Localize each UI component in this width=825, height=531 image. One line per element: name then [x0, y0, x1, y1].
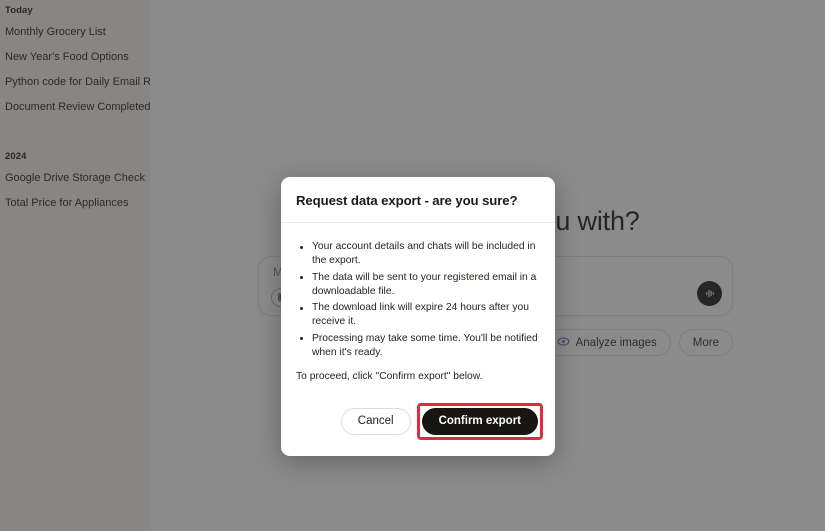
confirm-export-highlight: Confirm export [416, 402, 543, 440]
list-item: Processing may take some time. You'll be… [296, 332, 539, 361]
app-root: Today Monthly Grocery List New Year's Fo… [0, 0, 825, 531]
list-item: The data will be sent to your registered… [296, 271, 539, 300]
list-item: Your account details and chats will be i… [296, 240, 539, 269]
data-export-confirm-dialog: Request data export - are you sure? Your… [281, 177, 555, 456]
dialog-footer: Cancel Confirm export [281, 389, 555, 456]
dialog-proceed-text: To proceed, click "Confirm export" below… [296, 371, 483, 383]
list-item: The download link will expire 24 hours a… [296, 301, 539, 330]
confirm-export-button[interactable]: Confirm export [421, 407, 538, 435]
dialog-title: Request data export - are you sure? [296, 193, 518, 208]
cancel-button[interactable]: Cancel [340, 407, 411, 435]
dialog-header: Request data export - are you sure? [281, 177, 555, 223]
dialog-body: Your account details and chats will be i… [281, 223, 555, 389]
dialog-bullet-list: Your account details and chats will be i… [296, 240, 539, 360]
